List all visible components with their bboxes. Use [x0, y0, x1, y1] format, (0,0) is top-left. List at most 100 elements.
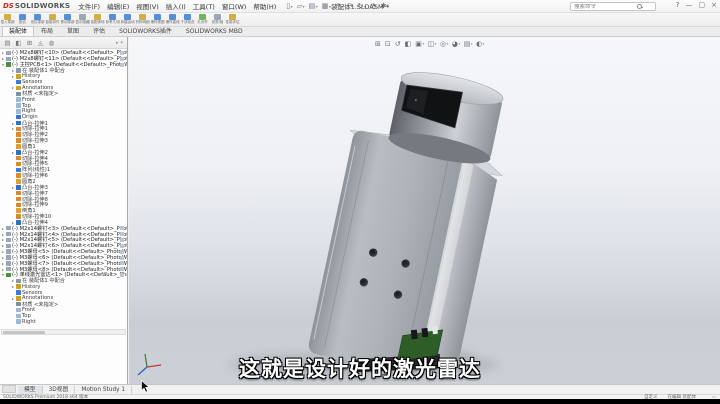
ribbon-button[interactable]: 移动零部件: [60, 13, 75, 26]
panel-tab-icon[interactable]: ⊞: [24, 39, 35, 47]
ribbon-button[interactable]: 爆炸视图: [150, 13, 165, 26]
command-tab[interactable]: SOLIDWORKS MBD: [179, 26, 250, 36]
tree-horizontal-scrollbar[interactable]: [1, 329, 126, 335]
menu-item[interactable]: 帮助(H): [253, 1, 276, 11]
scrollbar-thumb[interactable]: [3, 331, 45, 334]
ribbon-button[interactable]: 皮带/链: [210, 13, 225, 26]
panel-tab-icon[interactable]: ◍: [46, 39, 57, 47]
menu-item[interactable]: 插入(I): [166, 1, 186, 11]
help-button[interactable]: ?: [676, 1, 680, 9]
quick-access-button[interactable]: ▦ ▾: [322, 2, 331, 10]
ribbon-button[interactable]: 装配体特征: [90, 13, 105, 26]
panel-expand-arrow-icon[interactable]: ▸: [116, 40, 119, 46]
command-search-input[interactable]: [571, 3, 637, 10]
ribbon-button[interactable]: 材料明细表: [135, 13, 150, 26]
tree-item-icon: [16, 150, 21, 155]
graphics-viewport[interactable]: ⊞ ⊡ ↺ ◧ ▣ ▾ ◫ ▾ ◎ ▾ ◕ ▾ ▤ ▾ ◐ ▾: [129, 37, 720, 384]
tree-item-icon: [6, 50, 11, 56]
tree-row[interactable]: Right: [0, 319, 127, 325]
menu-item[interactable]: 文件(F): [78, 1, 100, 11]
ribbon-button-label: 孔对齐: [197, 20, 208, 24]
menu-item[interactable]: 视图(V): [136, 1, 159, 11]
minimize-button[interactable]: —: [686, 1, 693, 9]
panel-options-icon[interactable]: ▾: [120, 40, 123, 46]
search-icon[interactable]: [637, 3, 643, 10]
feature-manager-panel: ▤ ◧ ⊞ ◬ ◍ ▸ ▾ ▸ (-) M2x8螺钉<10> (Default<<Def…: [0, 37, 128, 384]
tree-item-icon: [16, 155, 21, 161]
tree-item-icon: [16, 196, 21, 202]
ribbon-button[interactable]: 性能评估: [225, 13, 240, 26]
tree-item-icon: [16, 138, 21, 143]
quick-access-button[interactable]: ✱ ▾: [381, 2, 389, 10]
chevron-down-icon: ▾: [328, 3, 331, 9]
tree-item-icon: [16, 120, 21, 126]
tree-item-icon: [16, 214, 21, 219]
quick-access-toolbar: ▯ ▾ ▱ ▾ ▤ ▾ ▦ ▾ ↶ ▾ ↷ ↻ ▾ ◔ ✱ ▾: [286, 2, 389, 10]
ribbon-button[interactable]: 新建运动算例: [120, 13, 135, 26]
ribbon-button[interactable]: 显示隐藏的零部件: [75, 13, 90, 26]
ribbon-button-label: 性能评估: [225, 20, 240, 24]
ribbon-button-label: 材料明细表: [135, 20, 150, 24]
tree-item-icon: [16, 190, 21, 196]
panel-tab-icon[interactable]: ◬: [35, 39, 46, 47]
quick-access-button[interactable]: ↷: [347, 2, 353, 10]
tree-item-icon: [16, 284, 21, 289]
ribbon-button[interactable]: 干涉检查: [180, 13, 195, 26]
quick-access-button[interactable]: ↻ ▾: [358, 2, 366, 10]
close-button[interactable]: ×: [711, 1, 717, 9]
motion-bar-icon[interactable]: [2, 385, 16, 393]
tree-item-icon: [16, 290, 21, 295]
ribbon-button-icon: [94, 14, 101, 20]
quick-access-button[interactable]: ◔: [370, 2, 377, 10]
tree-item-icon: [6, 225, 11, 231]
ribbon-button-label: 皮带/链: [211, 20, 224, 24]
command-tab[interactable]: 布局: [34, 26, 60, 36]
ribbon-button[interactable]: 插入零部件: [0, 13, 15, 26]
ribbon-button-icon: [109, 14, 116, 20]
command-search[interactable]: [570, 2, 656, 11]
ribbon-button-label: 插入零部件: [0, 20, 15, 24]
subtitle-caption: 这就是设计好的激光雷达: [239, 357, 481, 381]
ribbon-button-icon: [49, 14, 56, 20]
panel-tab-icon[interactable]: ▤: [2, 39, 13, 47]
logo-mark-icon: DS: [3, 2, 14, 10]
menu-item[interactable]: 编辑(E): [107, 1, 129, 11]
tree-item-icon: [16, 132, 21, 137]
menu-item[interactable]: 窗口(W): [222, 1, 247, 11]
ribbon-button-icon: [79, 14, 86, 20]
menu-item[interactable]: 工具(T): [193, 1, 215, 11]
command-tab[interactable]: 评估: [86, 26, 112, 36]
command-tab[interactable]: SOLIDWORKS插件: [112, 26, 179, 36]
ribbon-button-icon: [34, 14, 41, 20]
ribbon-button[interactable]: 孔对齐: [195, 13, 210, 26]
tree-item-icon: [16, 301, 21, 307]
tree-item-icon: [6, 261, 11, 266]
display-pane-icon[interactable]: [120, 62, 124, 67]
quick-access-button[interactable]: ▱ ▾: [297, 2, 305, 10]
ribbon-button[interactable]: 参考几何图形: [105, 13, 120, 26]
ribbon-button-label: 爆炸视图: [150, 20, 165, 24]
quick-access-button[interactable]: ▤ ▾: [309, 2, 318, 10]
quick-access-button[interactable]: ↶ ▾: [335, 2, 343, 10]
ribbon-button-label: 显示隐藏的零部件: [75, 20, 90, 24]
chevron-down-icon: ▾: [290, 3, 293, 9]
command-tab[interactable]: 装配体: [2, 26, 35, 36]
panel-tab-bar: ▤ ◧ ⊞ ◬ ◍ ▸ ▾: [0, 37, 127, 49]
restore-button[interactable]: ▢: [699, 1, 706, 9]
study-tab[interactable]: Motion Study 1: [75, 386, 133, 394]
study-tab[interactable]: 3D视图: [43, 386, 76, 394]
ribbon-button[interactable]: 爆炸直线草图: [165, 13, 180, 26]
study-tab[interactable]: 模型: [18, 386, 43, 394]
quick-access-button[interactable]: ▯ ▾: [286, 2, 292, 10]
chevron-down-icon: ▾: [302, 3, 305, 9]
command-tab[interactable]: 草图: [60, 26, 86, 36]
tree-item-icon: [6, 243, 11, 249]
tree-item-icon: [16, 97, 21, 102]
tree-item-icon: [16, 202, 21, 208]
ribbon-button[interactable]: 智能扣件: [45, 13, 60, 26]
display-pane-icon[interactable]: [120, 273, 124, 278]
ribbon-button[interactable]: 线性零部件阵列: [30, 13, 45, 26]
ribbon-button[interactable]: 配合: [15, 13, 30, 26]
panel-tab-icon[interactable]: ◧: [13, 39, 24, 47]
tree-item-icon: [6, 231, 11, 237]
